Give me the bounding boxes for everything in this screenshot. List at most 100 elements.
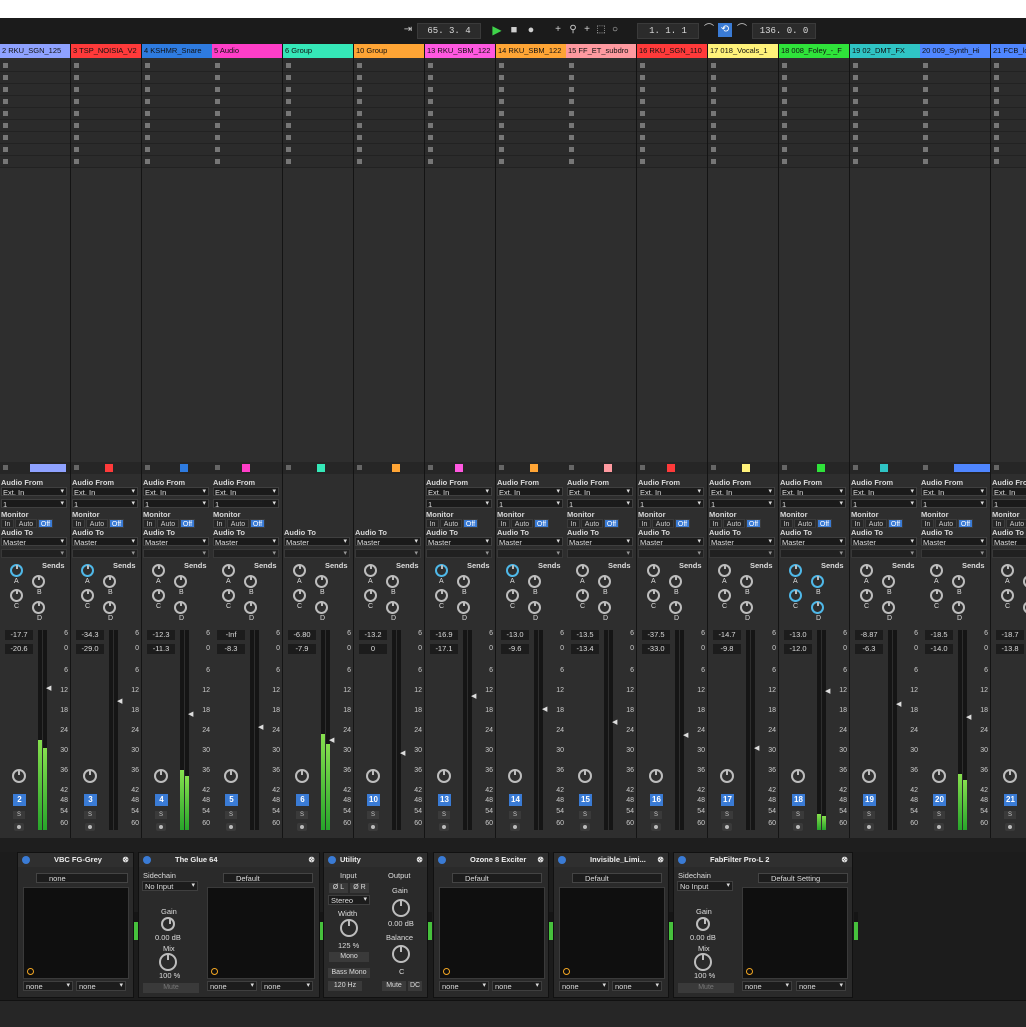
monitor-off-button[interactable]: Off: [746, 519, 761, 528]
peak-value[interactable]: -13.4: [571, 644, 599, 654]
monitor-auto-button[interactable]: Auto: [227, 519, 249, 528]
audio-to-select[interactable]: Master: [284, 537, 350, 547]
clip-slot[interactable]: [212, 144, 282, 156]
audio-to-select[interactable]: Master: [72, 537, 138, 547]
overdub-icon[interactable]: +: [551, 23, 565, 37]
audio-from-select[interactable]: Ext. In: [213, 487, 279, 497]
clip-slot[interactable]: [425, 132, 495, 144]
solo-button[interactable]: S: [792, 811, 804, 819]
stop-button-icon[interactable]: [74, 87, 79, 92]
send-a-knob[interactable]: [222, 564, 235, 577]
stop-button-icon[interactable]: [853, 135, 858, 140]
output-select-2[interactable]: none: [612, 981, 662, 991]
track-activator-button[interactable]: 17: [721, 794, 734, 806]
stop-button-icon[interactable]: [994, 111, 999, 116]
stop-button-icon[interactable]: [145, 135, 150, 140]
play-button[interactable]: ▶: [490, 23, 504, 37]
clip-slot[interactable]: [779, 132, 849, 144]
clip-slot[interactable]: [637, 144, 707, 156]
volume-value[interactable]: -13.0: [501, 630, 529, 640]
clip-slot[interactable]: [71, 156, 141, 168]
output-select-1[interactable]: none: [559, 981, 609, 991]
volume-value[interactable]: -13.0: [784, 630, 812, 640]
clip-slot[interactable]: [142, 72, 212, 84]
clip-slot[interactable]: [708, 108, 778, 120]
sidechain-input-select[interactable]: No Input: [677, 881, 733, 891]
capture-icon[interactable]: ⬚: [594, 23, 608, 37]
pan-knob[interactable]: [154, 769, 168, 783]
peak-value[interactable]: -12.0: [784, 644, 812, 654]
peak-value[interactable]: -14.0: [925, 644, 953, 654]
clip-slot[interactable]: [566, 60, 636, 72]
output-select-1[interactable]: none: [23, 981, 73, 991]
stop-button-icon[interactable]: [74, 99, 79, 104]
gain-knob[interactable]: [392, 899, 410, 917]
clip-slot[interactable]: [566, 120, 636, 132]
session-record-icon[interactable]: ○: [608, 23, 622, 37]
edit-icon[interactable]: [443, 968, 450, 975]
send-a-knob[interactable]: [860, 564, 873, 577]
device-on-icon[interactable]: [678, 856, 686, 864]
solo-button[interactable]: S: [863, 811, 875, 819]
stop-button-icon[interactable]: [145, 87, 150, 92]
monitor-in-button[interactable]: In: [851, 519, 864, 528]
output-channel-select[interactable]: [284, 549, 350, 558]
clip-slot[interactable]: [354, 84, 424, 96]
stop-button-icon[interactable]: [215, 75, 220, 80]
audio-to-select[interactable]: Master: [143, 537, 209, 547]
send-c-knob[interactable]: [860, 589, 873, 602]
stop-button-icon[interactable]: [711, 111, 716, 116]
monitor-off-button[interactable]: Off: [817, 519, 832, 528]
send-b-knob[interactable]: [952, 575, 965, 588]
arm-button[interactable]: [651, 823, 661, 831]
gain-knob[interactable]: [696, 917, 710, 931]
stop-button-icon[interactable]: [3, 123, 8, 128]
arm-button[interactable]: [439, 823, 449, 831]
clip-slot[interactable]: [920, 120, 990, 132]
monitor-auto-button[interactable]: Auto: [511, 519, 533, 528]
send-d-knob[interactable]: [103, 601, 116, 614]
clip-slot[interactable]: [991, 108, 1026, 120]
solo-button[interactable]: S: [225, 811, 237, 819]
clip-slot[interactable]: [0, 144, 70, 156]
input-channel-select[interactable]: 1: [143, 499, 209, 509]
clip-slot[interactable]: [708, 132, 778, 144]
output-channel-select[interactable]: [143, 549, 209, 558]
volume-value[interactable]: -8.87: [855, 630, 883, 640]
pan-knob[interactable]: [862, 769, 876, 783]
pan-knob[interactable]: [932, 769, 946, 783]
preset-select[interactable]: none: [36, 873, 128, 883]
clip-slot[interactable]: [708, 96, 778, 108]
stop-button-icon[interactable]: [569, 135, 574, 140]
clip-slot[interactable]: [496, 108, 566, 120]
track-activator-button[interactable]: 2: [13, 794, 26, 806]
output-channel-select[interactable]: [426, 549, 492, 558]
monitor-off-button[interactable]: Off: [888, 519, 903, 528]
input-channel-select[interactable]: 1: [426, 499, 492, 509]
automation-arm-icon[interactable]: ⚲: [566, 23, 580, 37]
volume-value[interactable]: -16.9: [430, 630, 458, 640]
output-channel-select[interactable]: [921, 549, 987, 558]
stop-button-icon[interactable]: [428, 75, 433, 80]
stop-button-icon[interactable]: [74, 63, 79, 68]
close-icon[interactable]: ⊗: [657, 853, 664, 867]
solo-button[interactable]: S: [155, 811, 167, 819]
send-d-knob[interactable]: [174, 601, 187, 614]
clip-slot[interactable]: [779, 156, 849, 168]
send-b-knob[interactable]: [103, 575, 116, 588]
stop-button-icon[interactable]: [357, 135, 362, 140]
stop-button-icon[interactable]: [145, 123, 150, 128]
plugin-display[interactable]: [23, 887, 129, 979]
clip-slot[interactable]: [920, 84, 990, 96]
arm-button[interactable]: [510, 823, 520, 831]
audio-from-select[interactable]: Ext. In: [567, 487, 633, 497]
stop-button-icon[interactable]: [145, 63, 150, 68]
stop-button-icon[interactable]: [357, 123, 362, 128]
solo-button[interactable]: S: [13, 811, 25, 819]
clip-slot[interactable]: [142, 60, 212, 72]
send-c-knob[interactable]: [576, 589, 589, 602]
send-a-knob[interactable]: [506, 564, 519, 577]
track-activator-button[interactable]: 6: [296, 794, 309, 806]
stop-clip-icon[interactable]: [74, 465, 79, 470]
stop-button-icon[interactable]: [782, 159, 787, 164]
